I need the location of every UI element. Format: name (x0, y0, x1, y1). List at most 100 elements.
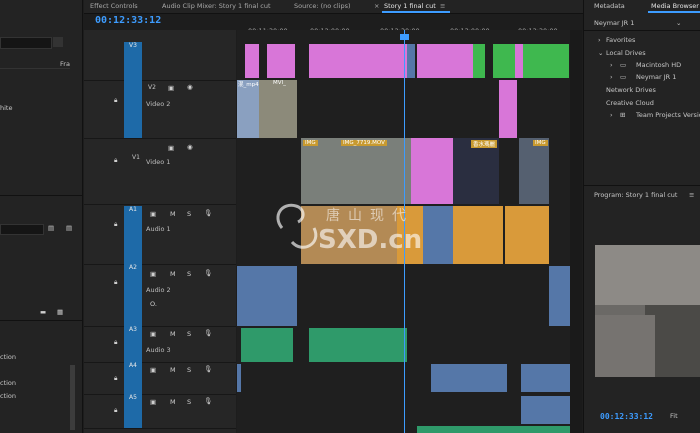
solo-button[interactable]: S (187, 330, 191, 338)
timeline-timecode[interactable]: 00:12:33:12 (95, 15, 161, 26)
tab-story-1-final-cut[interactable]: Story 1 final cut (384, 2, 436, 10)
tab-source[interactable]: Source: (no clips) (294, 2, 351, 10)
lock-icon[interactable]: 🔒︎ (114, 338, 117, 347)
mic-icon[interactable]: 🎙︎ (204, 329, 212, 337)
sync-lock-icon[interactable]: ▣ (150, 366, 156, 374)
playhead-handle[interactable] (400, 34, 409, 40)
audio-clip[interactable] (241, 328, 293, 362)
chevron-down-icon[interactable]: ⌄ (598, 49, 603, 57)
track-patch[interactable] (124, 80, 142, 138)
video-clip[interactable] (411, 138, 453, 204)
mute-button[interactable]: M (170, 270, 176, 278)
audio-clip[interactable] (431, 364, 507, 392)
eye-icon[interactable]: ◉ (187, 143, 193, 151)
video-clip[interactable] (493, 44, 569, 78)
video-clip[interactable]: IMG IMG_7719.MOV (301, 138, 411, 204)
sync-lock-icon[interactable]: ▣ (150, 398, 156, 406)
solo-button[interactable]: S (187, 366, 191, 374)
mic-icon[interactable]: 🎙︎ (204, 365, 212, 373)
bin-icon[interactable]: ▤ (48, 224, 54, 232)
left-field[interactable] (0, 37, 52, 49)
audio-clip[interactable] (505, 206, 549, 264)
lock-icon[interactable]: 🔒︎ (114, 96, 117, 105)
tab-metadata[interactable]: Metadata (594, 2, 625, 10)
mute-button[interactable]: M (170, 330, 176, 338)
audio-clip[interactable] (549, 266, 570, 326)
fit-dropdown[interactable]: Fit (670, 412, 678, 420)
video-clip[interactable] (515, 44, 523, 78)
network-drives-label[interactable]: Network Drives (606, 86, 656, 94)
tab-effect-controls[interactable]: Effect Controls (90, 2, 138, 10)
lock-icon[interactable]: 🔒︎ (114, 278, 117, 287)
folder-icon[interactable]: ▬ (40, 308, 46, 316)
video-clip[interactable]: 香水瑪麗 (453, 138, 499, 204)
program-timecode[interactable]: 00:12:33:12 (600, 412, 653, 421)
creative-cloud-label[interactable]: Creative Cloud (606, 99, 654, 107)
video-clip[interactable] (309, 44, 407, 78)
tab-media-browser[interactable]: Media Browser (651, 2, 699, 10)
close-icon[interactable]: × (374, 2, 379, 10)
panel-menu-icon[interactable]: ≡ (689, 191, 694, 199)
volume-knob-icon[interactable]: O. (150, 300, 157, 308)
mute-button[interactable]: M (170, 366, 176, 374)
track-patch[interactable]: A4 (124, 362, 142, 394)
device-selector[interactable]: Neymar JR 1 (594, 19, 634, 27)
video-clip[interactable]: 混_mp4 (237, 80, 259, 138)
video-clip[interactable] (417, 44, 473, 78)
audio-clip[interactable] (521, 396, 570, 424)
audio-clip[interactable] (309, 328, 407, 362)
track-patch[interactable]: A1 (124, 206, 142, 264)
eye-icon[interactable]: ◉ (187, 83, 193, 91)
track-patch[interactable]: A2 (124, 264, 142, 326)
drive-neymar[interactable]: Neymar JR 1 (636, 73, 676, 81)
project-search[interactable] (0, 224, 44, 235)
mic-icon[interactable]: 🎙︎ (204, 209, 212, 217)
video-clip[interactable]: IMG (519, 138, 549, 204)
sync-lock-icon[interactable]: ▣ (168, 144, 174, 152)
team-projects[interactable]: Team Projects Versio (636, 111, 700, 119)
local-drives-label[interactable]: Local Drives (606, 49, 646, 57)
trash-icon[interactable]: ▦ (57, 308, 63, 316)
sync-lock-icon[interactable]: ▣ (150, 210, 156, 218)
solo-button[interactable]: S (187, 210, 191, 218)
lock-icon[interactable]: 🔒︎ (114, 374, 117, 383)
sync-lock-icon[interactable]: ▣ (168, 84, 174, 92)
audio-clip[interactable] (237, 266, 297, 326)
track-patch[interactable]: V3 (124, 42, 142, 80)
lock-icon[interactable]: 🔒︎ (114, 220, 117, 229)
track-patch[interactable]: A3 (124, 326, 142, 362)
chevron-right-icon[interactable]: › (610, 111, 613, 119)
lock-icon[interactable]: 🔒︎ (114, 156, 117, 165)
bin-icon-2[interactable]: ▤ (66, 224, 72, 232)
solo-button[interactable]: S (187, 398, 191, 406)
video-clip[interactable] (407, 44, 415, 78)
chevron-right-icon[interactable]: › (610, 61, 613, 69)
track-patch[interactable]: A5 (124, 394, 142, 428)
chevron-right-icon[interactable]: › (610, 73, 613, 81)
timeline-scrollbar[interactable] (570, 30, 582, 433)
chevron-right-icon[interactable]: › (598, 36, 601, 44)
audio-clip[interactable] (237, 364, 241, 392)
audio-clip[interactable] (521, 364, 570, 392)
video-clip[interactable] (245, 44, 259, 78)
sync-lock-icon[interactable]: ▣ (150, 270, 156, 278)
panel-menu-icon[interactable]: ≡ (440, 2, 445, 10)
audio-clip[interactable] (417, 426, 570, 433)
scrollbar[interactable] (70, 365, 75, 430)
video-clip[interactable]: MVI_ (259, 80, 297, 138)
favorites-label[interactable]: Favorites (606, 36, 635, 44)
mute-button[interactable]: M (170, 210, 176, 218)
video-clip[interactable] (499, 80, 517, 138)
sync-lock-icon[interactable]: ▣ (150, 330, 156, 338)
lock-icon[interactable]: 🔒︎ (114, 406, 117, 415)
video-clip[interactable] (473, 44, 485, 78)
left-field-button[interactable] (53, 37, 63, 47)
tab-audio-clip-mixer[interactable]: Audio Clip Mixer: Story 1 final cut (162, 2, 271, 10)
chevron-down-icon[interactable]: ⌄ (676, 19, 681, 27)
solo-button[interactable]: S (187, 270, 191, 278)
mic-icon[interactable]: 🎙︎ (204, 269, 212, 277)
mic-icon[interactable]: 🎙︎ (204, 397, 212, 405)
mute-button[interactable]: M (170, 398, 176, 406)
video-clip[interactable] (267, 44, 295, 78)
drive-macintosh-hd[interactable]: Macintosh HD (636, 61, 681, 69)
